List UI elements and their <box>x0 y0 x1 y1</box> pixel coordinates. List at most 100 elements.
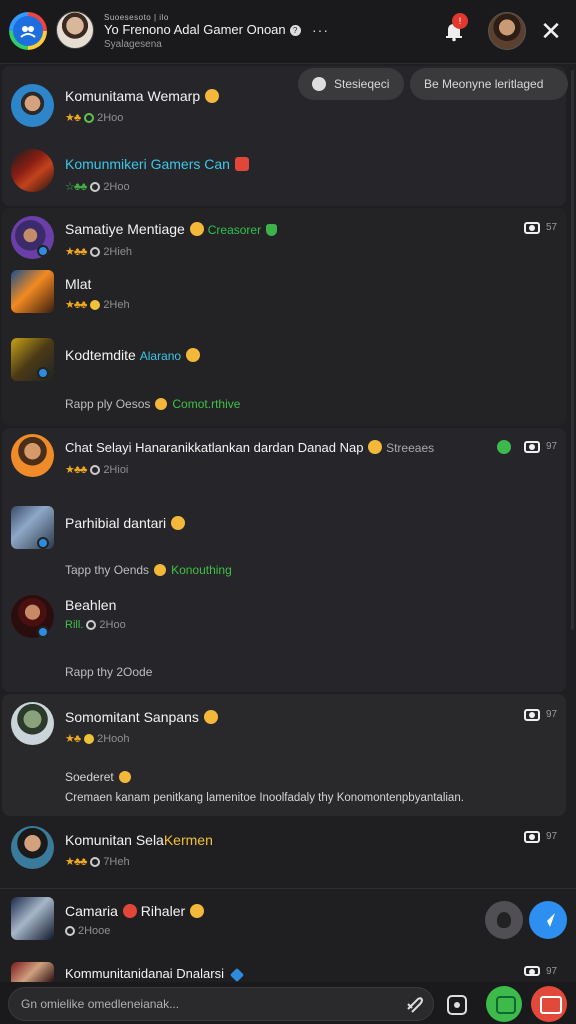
list-item-title[interactable]: Camaria Rihaler <box>65 903 205 919</box>
subtitle-text: Tapp thy Oends <box>65 563 150 577</box>
timestamp: 2Hoo <box>97 112 124 124</box>
post-body: Soederet <box>65 770 131 784</box>
list-item-title[interactable]: Komunitan SelaKermen <box>65 832 213 848</box>
list-item-title[interactable]: Kommunitanidanai Dnalarsi <box>65 966 245 983</box>
attach-icon[interactable] <box>404 995 424 1013</box>
post-heading: Soederet <box>65 770 114 784</box>
community-card[interactable] <box>2 208 566 426</box>
timestamp: 7Heh <box>103 856 130 868</box>
emoji-icon <box>205 89 220 103</box>
header-subtitle: Syalagesena <box>104 39 162 50</box>
title-text: Chat Selayi Hanaranikkatlankan dardan Da… <box>65 440 364 455</box>
emoji-icon <box>186 348 201 362</box>
title-text: Komunitan Sela <box>65 832 164 848</box>
camera-icon[interactable] <box>524 831 540 843</box>
avatar[interactable] <box>11 434 54 477</box>
top-bar: Suoesesoto | ilo Yo Frenono Adal Gamer O… <box>0 0 576 64</box>
filter-pill-label: Stesieqeci <box>334 77 390 91</box>
member-count: 97 <box>546 441 558 452</box>
avatar[interactable] <box>11 84 54 127</box>
verified-icon <box>37 537 49 549</box>
emoji-icon <box>234 157 249 171</box>
status-icon <box>65 926 75 936</box>
filter-pill-secondary[interactable]: Be Meonyne leritlaged <box>410 68 568 100</box>
title-text: Komunitama Wemarp <box>65 88 201 104</box>
list-item-title[interactable]: Komunitama Wemarp <box>65 88 220 104</box>
emoji-icon <box>154 564 167 576</box>
timestamp: 2Heh <box>103 299 130 311</box>
list-item-title[interactable]: Somomitant Sanpans <box>65 709 218 725</box>
status-icon <box>90 247 101 257</box>
post-text: Cremaen kanam penitkang lamenitoe Inoolf… <box>65 792 464 804</box>
video-icon[interactable] <box>531 986 567 1022</box>
avatar[interactable] <box>11 962 54 982</box>
send-icon[interactable] <box>529 901 567 939</box>
camera-icon[interactable] <box>524 966 540 976</box>
list-item-title[interactable]: Beahlen <box>65 597 116 613</box>
list-item-meta: ★♣♣ 7Heh <box>65 855 130 868</box>
list-item-meta: ★♣ 2Hoo <box>65 111 123 124</box>
list-item-subtitle: Rapp thy 2Oode <box>65 665 153 679</box>
close-icon[interactable]: ✕ <box>538 18 564 44</box>
help-icon[interactable]: ? <box>289 25 301 36</box>
filter-pill[interactable]: Stesieqeci <box>298 68 404 100</box>
scrollbar[interactable] <box>571 70 574 630</box>
status-text: Comot.rthive <box>172 397 241 411</box>
chat-icon[interactable] <box>497 440 511 454</box>
timestamp: 2Hoo <box>103 181 130 193</box>
rank-icon: ★♣♣ <box>65 856 87 868</box>
camera-icon[interactable] <box>524 709 540 721</box>
react-icon[interactable] <box>485 901 523 939</box>
list-item-title[interactable]: Mlat <box>65 276 91 292</box>
verified-icon <box>37 626 49 638</box>
list-item-title[interactable]: Komunmikeri Gamers Can <box>65 156 249 172</box>
status-tag: Alarano <box>139 349 182 363</box>
avatar[interactable] <box>11 270 54 313</box>
status-icon <box>90 182 101 192</box>
title-text-2: Rihaler <box>140 903 186 919</box>
list-item-meta: 2Hooe <box>65 925 110 937</box>
emoji-icon <box>155 398 168 410</box>
list-item-title[interactable]: Chat Selayi Hanaranikkatlankan dardan Da… <box>65 440 434 455</box>
user-avatar[interactable] <box>488 12 526 50</box>
page-title[interactable]: Yo Frenono Adal Gamer Onoan? <box>104 22 301 37</box>
list-item-title[interactable]: Parhibial dantari <box>65 515 186 531</box>
camera-icon[interactable] <box>524 441 540 453</box>
message-input[interactable] <box>8 987 434 1021</box>
avatar[interactable] <box>11 702 54 745</box>
more-icon[interactable]: ··· <box>312 22 329 38</box>
rank-icon: ★♣♣ <box>65 299 87 311</box>
emoji-icon <box>189 222 204 236</box>
rank-icon: ★♣ <box>65 733 81 745</box>
camera-icon[interactable] <box>524 222 540 234</box>
emoji-icon <box>190 904 205 918</box>
avatar[interactable] <box>11 826 54 869</box>
avatar[interactable] <box>11 149 54 192</box>
title-text: Camaria <box>65 903 118 919</box>
status-icon <box>84 113 95 123</box>
status-tag: Creasorer <box>207 223 262 237</box>
list-item-title[interactable]: Samatiye Mentiage Creasorer <box>65 221 278 237</box>
title-text: Samatiye Mentiage <box>65 221 185 237</box>
list-item-meta: ☆♣♣ 2Hoo <box>65 180 130 193</box>
title-text: Kommunitanidanai Dnalarsi <box>65 966 224 981</box>
timestamp: 2Hieh <box>103 246 133 258</box>
group-avatar[interactable] <box>56 11 94 49</box>
verified-icon <box>37 245 49 257</box>
subtitle-text: Rapp ply Oesos <box>65 397 151 411</box>
status-text: Konouthing <box>171 563 232 577</box>
title-text: Parhibial dantari <box>65 515 167 531</box>
gift-icon[interactable] <box>486 986 522 1022</box>
list-item-title[interactable]: Kodtemdite Alarano <box>65 347 201 363</box>
list-item-subtitle: Rapp ply Oesos Comot.rthive <box>65 397 240 411</box>
avatar[interactable] <box>11 897 54 940</box>
timestamp: 2Hooh <box>97 733 130 745</box>
status-tag: Streeaes <box>386 441 435 455</box>
emoji-icon <box>368 440 383 454</box>
app-logo-icon[interactable] <box>9 12 47 50</box>
title-text: Kodtemdite <box>65 347 136 363</box>
member-count: 97 <box>546 831 558 842</box>
timestamp: 2Hioi <box>103 464 129 476</box>
sticker-icon[interactable] <box>447 995 467 1015</box>
timestamp: 2Hoo <box>99 619 126 631</box>
